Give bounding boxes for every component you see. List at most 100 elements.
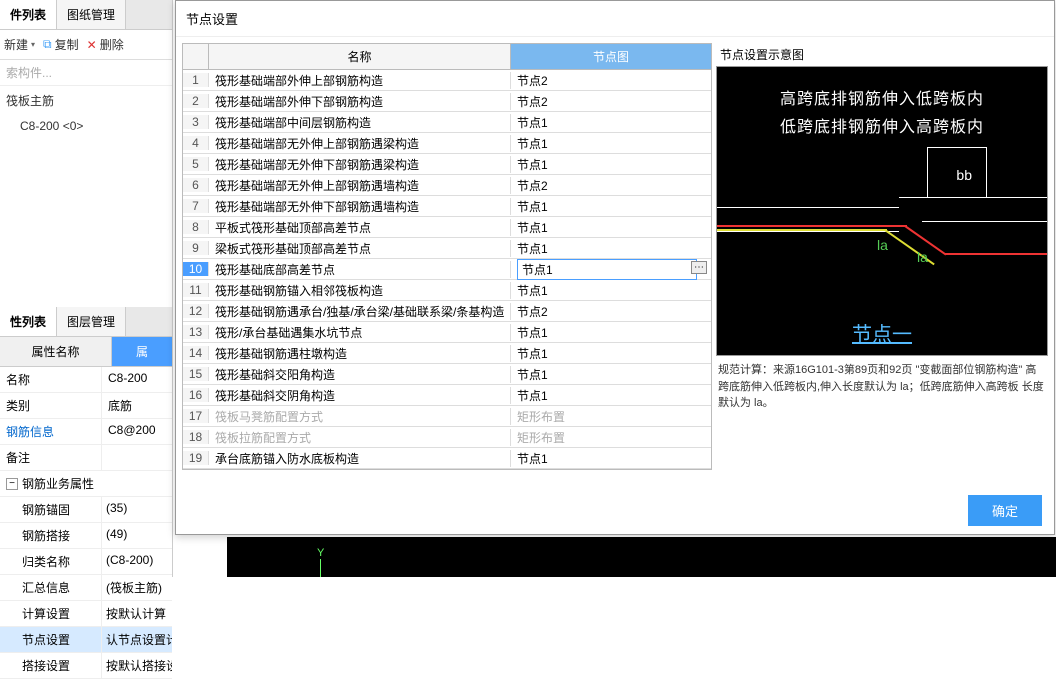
table-row[interactable]: 2筏形基础端部外伸下部钢筋构造节点2	[183, 91, 711, 112]
node-cell[interactable]: 节点1	[511, 114, 711, 131]
tab-components[interactable]: 件列表	[0, 0, 57, 29]
section-title: 筏板主筋	[0, 86, 172, 115]
node-cell[interactable]: 节点1	[511, 387, 711, 404]
ellipsis-button[interactable]: ⋯	[691, 261, 707, 274]
sub-prop-value[interactable]: (C8-200)	[102, 549, 172, 574]
node-cell[interactable]: 节点2	[511, 303, 711, 320]
delete-button[interactable]: ✕删除	[87, 36, 124, 53]
table-row[interactable]: 9梁板式筏形基础顶部高差节点节点1	[183, 238, 711, 259]
table-row[interactable]: 13筏形/承台基础遇集水坑节点节点1	[183, 322, 711, 343]
table-row[interactable]: 10筏形基础底部高差节点节点1⋯	[183, 259, 711, 280]
sub-prop-row[interactable]: 钢筋搭接(49)	[0, 523, 172, 549]
row-name: 筏板马凳筋配置方式	[209, 408, 511, 425]
sub-prop-value[interactable]: 按默认计算	[102, 601, 172, 626]
sub-prop-row[interactable]: 归类名称(C8-200)	[0, 549, 172, 575]
prop-value[interactable]: C8@200	[102, 419, 172, 444]
row-name: 筏形基础端部无外伸上部钢筋遇梁构造	[209, 135, 511, 152]
tab-layers[interactable]: 图层管理	[57, 307, 126, 336]
table-row[interactable]: 12筏形基础钢筋遇承台/独基/承台梁/基础联系梁/条基构造节点2	[183, 301, 711, 322]
node-cell-editing[interactable]: 节点1⋯	[511, 259, 711, 280]
new-button[interactable]: 新建▾	[4, 36, 35, 53]
node-cell[interactable]: 节点1	[511, 324, 711, 341]
row-number: 18	[183, 430, 209, 444]
sub-prop-row[interactable]: 搭接设置按默认搭接设置...	[0, 653, 172, 679]
table-row[interactable]: 19承台底筋锚入防水底板构造节点1	[183, 448, 711, 469]
table-row[interactable]: 11筏形基础钢筋锚入相邻筏板构造节点1	[183, 280, 711, 301]
copy-button[interactable]: ⧉复制	[43, 36, 79, 53]
prop-row[interactable]: 钢筋信息C8@200	[0, 419, 172, 445]
node-cell[interactable]: 矩形布置	[511, 429, 711, 446]
prop-row[interactable]: 类别底筋	[0, 393, 172, 419]
node-settings-dialog: 节点设置 名称 节点图 1筏形基础端部外伸上部钢筋构造节点22筏形基础端部外伸下…	[175, 0, 1055, 535]
table-row[interactable]: 4筏形基础端部无外伸上部钢筋遇梁构造节点1	[183, 133, 711, 154]
col-node[interactable]: 节点图	[511, 44, 711, 69]
row-number: 4	[183, 136, 209, 150]
table-row[interactable]: 1筏形基础端部外伸上部钢筋构造节点2	[183, 70, 711, 91]
node-cell[interactable]: 节点1	[511, 282, 711, 299]
node-cell[interactable]: 节点1	[511, 156, 711, 173]
node-cell[interactable]: 节点2	[511, 177, 711, 194]
preview-panel: 节点设置示意图 高跨底排钢筋伸入低跨板内 低跨底排钢筋伸入高跨板内 bb la …	[716, 43, 1048, 470]
prop-row[interactable]: 备注	[0, 445, 172, 471]
node-cell[interactable]: 节点1	[511, 366, 711, 383]
table-row[interactable]: 16筏形基础斜交阴角构造节点1	[183, 385, 711, 406]
tab-properties[interactable]: 性列表	[0, 307, 57, 336]
row-number: 7	[183, 199, 209, 213]
prop-group-rebar[interactable]: − 钢筋业务属性	[0, 471, 172, 497]
node-cell[interactable]: 节点2	[511, 72, 711, 89]
row-number: 8	[183, 220, 209, 234]
copy-icon: ⧉	[43, 37, 52, 52]
node-cell[interactable]: 节点1	[511, 135, 711, 152]
table-row[interactable]: 15筏形基础斜交阳角构造节点1	[183, 364, 711, 385]
table-row[interactable]: 3筏形基础端部中间层钢筋构造节点1	[183, 112, 711, 133]
table-row[interactable]: 17筏板马凳筋配置方式矩形布置	[183, 406, 711, 427]
node-cell[interactable]: 节点1	[511, 198, 711, 215]
viewport-bottom: Y	[227, 537, 1056, 577]
table-row[interactable]: 18筏板拉筋配置方式矩形布置	[183, 427, 711, 448]
sub-prop-row[interactable]: 钢筋锚固(35)	[0, 497, 172, 523]
row-name: 筏形基础钢筋锚入相邻筏板构造	[209, 282, 511, 299]
tree-item[interactable]: C8-200 <0>	[0, 115, 172, 137]
row-name: 筏形基础端部无外伸下部钢筋遇墙构造	[209, 198, 511, 215]
prop-value[interactable]: C8-200	[102, 367, 172, 392]
sub-prop-key: 钢筋锚固	[0, 497, 102, 522]
table-row[interactable]: 5筏形基础端部无外伸下部钢筋遇梁构造节点1	[183, 154, 711, 175]
table-row[interactable]: 8平板式筏形基础顶部高差节点节点1	[183, 217, 711, 238]
prop-row[interactable]: 名称C8-200	[0, 367, 172, 393]
sub-prop-value[interactable]: 认节点设置计算⋯	[102, 627, 172, 652]
row-number: 6	[183, 178, 209, 192]
node-table: 名称 节点图 1筏形基础端部外伸上部钢筋构造节点22筏形基础端部外伸下部钢筋构造…	[182, 43, 712, 470]
prop-value[interactable]	[102, 445, 172, 470]
col-num	[183, 44, 209, 69]
sub-prop-value[interactable]: (筏板主筋)	[102, 575, 172, 600]
node-cell[interactable]: 节点1	[511, 240, 711, 257]
node-cell[interactable]: 节点1	[511, 219, 711, 236]
row-number: 9	[183, 241, 209, 255]
col-name: 名称	[209, 44, 511, 69]
node-cell[interactable]: 矩形布置	[511, 408, 711, 425]
sub-prop-key: 钢筋搭接	[0, 523, 102, 548]
ok-button[interactable]: 确定	[968, 495, 1042, 526]
sub-prop-value[interactable]: 按默认搭接设置...	[102, 653, 172, 678]
row-name: 筏形基础端部外伸上部钢筋构造	[209, 72, 511, 89]
sub-prop-value[interactable]: (35)	[102, 497, 172, 522]
row-name: 筏形基础端部外伸下部钢筋构造	[209, 93, 511, 110]
table-row[interactable]: 7筏形基础端部无外伸下部钢筋遇墙构造节点1	[183, 196, 711, 217]
prop-key: 钢筋信息	[0, 419, 102, 444]
node-cell[interactable]: 节点1	[511, 345, 711, 362]
prop-value[interactable]: 底筋	[102, 393, 172, 418]
row-name: 筏形基础端部无外伸上部钢筋遇墙构造	[209, 177, 511, 194]
table-row[interactable]: 14筏形基础钢筋遇柱墩构造节点1	[183, 343, 711, 364]
sub-prop-row[interactable]: 汇总信息(筏板主筋)	[0, 575, 172, 601]
sub-prop-row[interactable]: 计算设置按默认计算	[0, 601, 172, 627]
tab-drawings[interactable]: 图纸管理	[57, 0, 126, 29]
row-name: 筏形基础斜交阳角构造	[209, 366, 511, 383]
node-cell[interactable]: 节点2	[511, 93, 711, 110]
sub-prop-row[interactable]: 节点设置认节点设置计算⋯	[0, 627, 172, 653]
sub-prop-key: 计算设置	[0, 601, 102, 626]
sub-prop-value[interactable]: (49)	[102, 523, 172, 548]
delete-icon: ✕	[87, 38, 97, 52]
search-input[interactable]: 索构件...	[0, 60, 172, 86]
table-row[interactable]: 6筏形基础端部无外伸上部钢筋遇墙构造节点2	[183, 175, 711, 196]
node-cell[interactable]: 节点1	[511, 450, 711, 467]
